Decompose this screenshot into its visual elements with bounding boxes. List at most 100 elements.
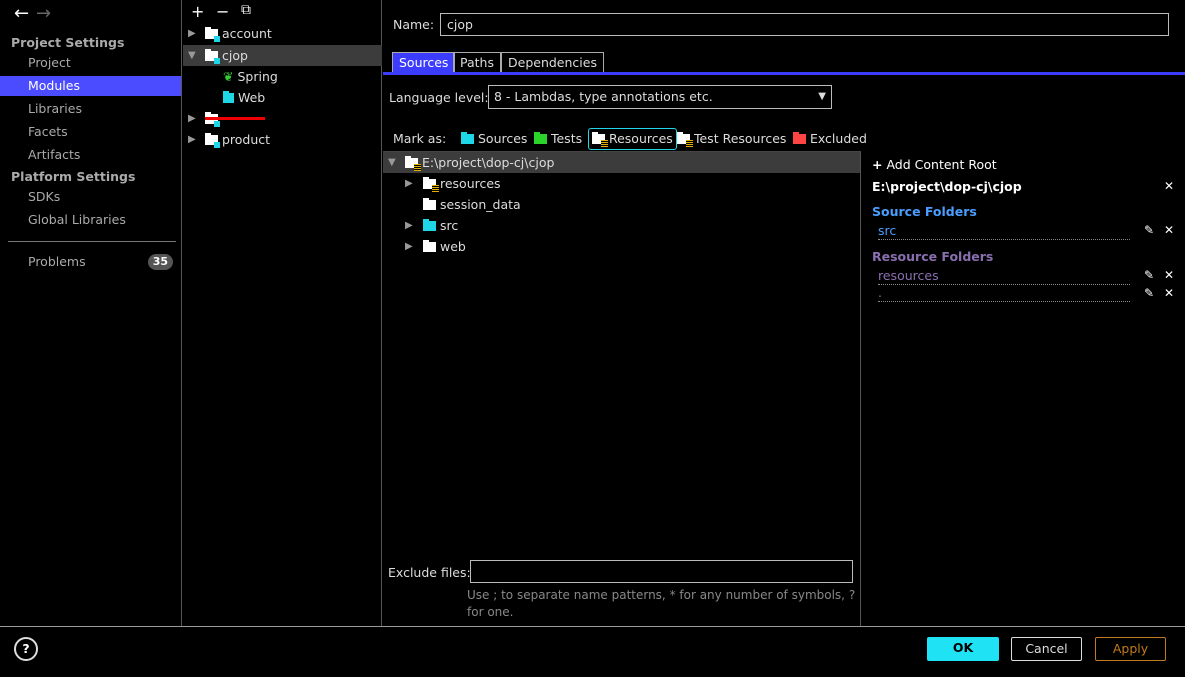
help-button[interactable]: ? — [14, 637, 38, 661]
language-level-select[interactable]: 8 - Lambdas, type annotations etc. ▼ — [488, 85, 832, 109]
footer-divider — [0, 626, 1185, 627]
expand-arrow-icon[interactable]: ▶ — [188, 129, 196, 150]
tree-item-session-data[interactable]: session_data — [383, 194, 860, 215]
tree-item-src[interactable]: ▶ src — [383, 215, 860, 236]
facet-label: Web — [237, 90, 266, 105]
test-resources-folder-icon — [677, 132, 693, 147]
plus-icon: + — [872, 157, 883, 172]
forward-icon[interactable]: → — [36, 3, 51, 24]
mark-label: Test Resources — [693, 131, 787, 146]
tree-label: session_data — [439, 197, 521, 212]
mark-tests-button[interactable]: Tests — [534, 130, 582, 148]
redaction-scribble — [205, 117, 265, 120]
name-label: Name: — [393, 17, 435, 32]
mark-resources-button[interactable]: Resources — [588, 128, 677, 150]
copy-icon[interactable]: ⧉ — [241, 2, 251, 18]
exclude-hint: Use ; to separate name patterns, * for a… — [467, 588, 856, 619]
apply-button[interactable]: Apply — [1095, 637, 1166, 661]
add-content-root-button[interactable]: + Add Content Root — [872, 157, 997, 172]
platform-settings-header: Platform Settings — [11, 169, 136, 184]
back-icon[interactable]: ← — [14, 3, 29, 24]
remove-icon[interactable]: ✕ — [1164, 268, 1174, 282]
edit-pencil-icon[interactable]: ✎ — [1144, 223, 1154, 237]
resource-folder-resources: resources — [878, 268, 1130, 285]
mark-label: Sources — [477, 131, 528, 146]
resource-folders-title: Resource Folders — [872, 249, 994, 264]
mark-label: Tests — [550, 131, 583, 146]
remove-icon[interactable]: ✕ — [1164, 223, 1174, 237]
tab-sources[interactable]: Sources — [392, 52, 456, 72]
collapse-arrow-icon[interactable]: ▼ — [388, 152, 396, 173]
module-icon — [205, 49, 220, 64]
sidebar-item-problems[interactable]: Problems 35 — [0, 252, 181, 272]
facet-item-spring[interactable]: ❦ Spring — [183, 66, 382, 87]
sidebar-item-global-libraries[interactable]: Global Libraries — [0, 210, 181, 230]
tests-folder-icon — [534, 132, 547, 144]
project-settings-header: Project Settings — [11, 35, 125, 50]
edit-pencil-icon[interactable]: ✎ — [1144, 286, 1154, 300]
exclude-files-label: Exclude files: — [388, 565, 471, 580]
problems-label: Problems — [28, 254, 86, 269]
mark-test-resources-button[interactable]: Test Resources — [677, 130, 786, 148]
module-settings: Name: Sources Paths Dependencies Languag… — [383, 0, 1185, 626]
tab-paths[interactable]: Paths — [453, 52, 501, 72]
expand-arrow-icon[interactable]: ▶ — [188, 23, 196, 44]
module-item-account[interactable]: ▶ account — [183, 23, 382, 44]
tree-label: src — [439, 218, 459, 233]
tree-label: E:\project\dop-cj\cjop — [421, 155, 555, 170]
tree-root[interactable]: ▼ E:\project\dop-cj\cjop — [383, 152, 860, 173]
mark-label: Excluded — [809, 131, 867, 146]
language-level-label: Language level: — [389, 90, 489, 105]
module-label: cjop — [221, 48, 248, 63]
source-folder-src: src — [878, 223, 1130, 240]
add-icon[interactable]: + — [191, 2, 204, 21]
expand-arrow-icon[interactable]: ▶ — [405, 236, 413, 257]
sources-folder-icon — [461, 132, 474, 144]
tree-label: web — [439, 239, 466, 254]
sidebar-item-artifacts[interactable]: Artifacts — [0, 145, 181, 165]
sidebar-item-modules[interactable]: Modules — [0, 76, 181, 96]
module-label: product — [221, 132, 271, 147]
module-item-product[interactable]: ▶ product — [183, 129, 382, 150]
resource-folder-dot: . — [878, 285, 1130, 302]
expand-arrow-icon[interactable]: ▶ — [405, 173, 413, 194]
tab-underline — [383, 72, 1185, 75]
sidebar-item-facets[interactable]: Facets — [0, 122, 181, 142]
mark-sources-button[interactable]: Sources — [461, 130, 527, 148]
ok-button[interactable]: OK — [927, 637, 999, 661]
collapse-arrow-icon[interactable]: ▼ — [188, 45, 196, 66]
spring-leaf-icon: ❦ — [223, 69, 234, 84]
tab-dependencies[interactable]: Dependencies — [501, 52, 604, 72]
remove-icon[interactable]: ✕ — [1164, 286, 1174, 300]
folder-icon — [405, 156, 421, 171]
divider — [8, 241, 176, 242]
language-level-value: 8 - Lambdas, type annotations etc. — [494, 89, 713, 104]
add-content-root-label: Add Content Root — [886, 157, 997, 172]
expand-arrow-icon[interactable]: ▶ — [405, 215, 413, 236]
sidebar-item-sdks[interactable]: SDKs — [0, 187, 181, 207]
cancel-button[interactable]: Cancel — [1011, 637, 1082, 661]
exclude-files-input[interactable] — [470, 560, 853, 583]
content-root-path: E:\project\dop-cj\cjop — [872, 179, 1022, 194]
settings-sidebar: ← → Project Settings Project Modules Lib… — [0, 0, 182, 626]
mark-excluded-button[interactable]: Excluded — [793, 130, 867, 148]
module-item-cjop[interactable]: ▼ cjop — [183, 45, 382, 66]
resources-folder-icon — [592, 132, 608, 147]
module-item[interactable]: ▶ — [183, 108, 382, 129]
folder-icon — [423, 240, 436, 252]
sidebar-item-libraries[interactable]: Libraries — [0, 99, 181, 119]
modules-panel: + − ⧉ ▶ account ▼ cjop ❦ Spring Web ▶ ▶ … — [183, 0, 382, 626]
close-icon[interactable]: ✕ — [1164, 179, 1174, 193]
facet-item-web[interactable]: Web — [183, 87, 382, 108]
edit-pencil-icon[interactable]: ✎ — [1144, 268, 1154, 282]
tree-item-resources[interactable]: ▶ resources — [383, 173, 860, 194]
expand-arrow-icon[interactable]: ▶ — [188, 108, 196, 129]
tree-item-web[interactable]: ▶ web — [383, 236, 860, 257]
remove-icon[interactable]: − — [216, 2, 229, 21]
content-root-panel: + Add Content Root E:\project\dop-cj\cjo… — [862, 151, 1185, 626]
folder-icon — [423, 219, 436, 231]
problems-count-badge: 35 — [147, 254, 173, 270]
sidebar-item-project[interactable]: Project — [0, 53, 181, 73]
module-name-input[interactable] — [440, 13, 1169, 36]
module-label: account — [221, 26, 272, 41]
